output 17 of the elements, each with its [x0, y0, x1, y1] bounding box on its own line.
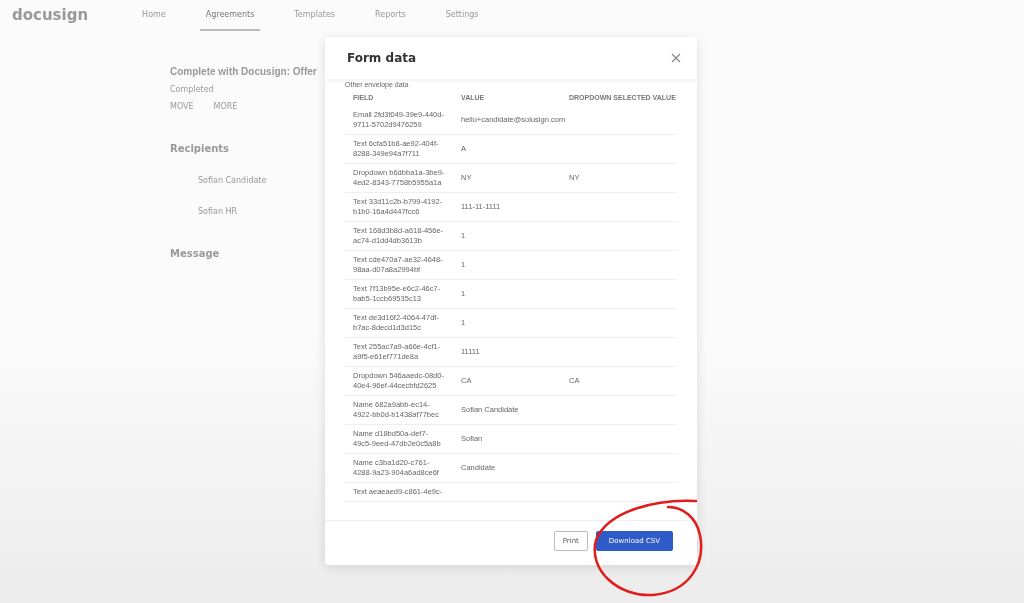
action-button[interactable]: MOVE [170, 102, 194, 111]
dialog-title: Form data [347, 51, 417, 65]
action-button[interactable]: MORE [213, 102, 238, 111]
nav-tab[interactable]: Agreements [199, 0, 261, 31]
nav-tab[interactable]: Reports [369, 0, 412, 31]
recipients-heading: Recipients [170, 143, 230, 154]
status-label: Completed [170, 85, 214, 94]
recipient-name: Sofian HR [198, 207, 238, 216]
docusign-logo: docusign [12, 6, 89, 24]
nav-tab[interactable]: Templates [288, 0, 341, 31]
message-heading: Message [170, 248, 220, 259]
nav-tab[interactable]: Home [136, 0, 172, 31]
envelope-title: Complete with Docusign: Offer [170, 66, 317, 77]
close-button[interactable] [669, 51, 683, 65]
nav-tab[interactable]: Settings [439, 0, 485, 31]
close-icon [671, 53, 681, 63]
recipient-name: Sofian Candidate [198, 176, 267, 185]
